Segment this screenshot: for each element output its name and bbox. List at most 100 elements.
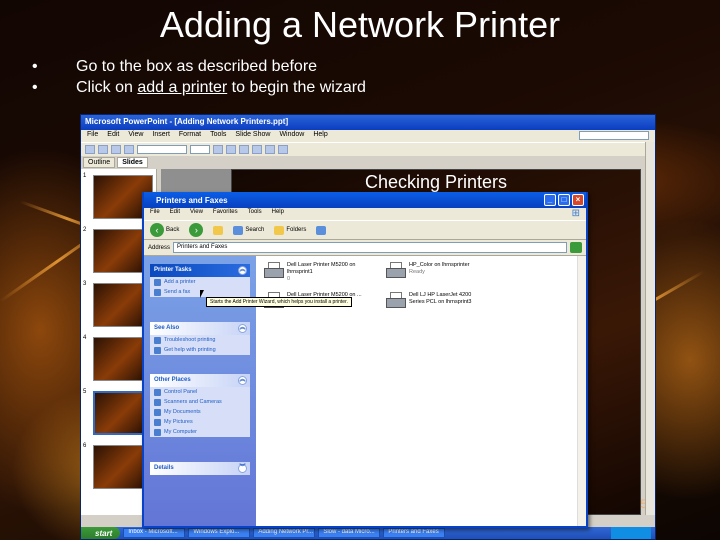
other-places-header[interactable]: Other Places ︽ <box>150 374 250 387</box>
expand-icon[interactable]: ︾ <box>238 464 247 473</box>
up-folder-icon[interactable] <box>213 225 224 235</box>
taskbar-button[interactable]: Slow - data Micro... <box>318 528 381 538</box>
details-box: Details ︾ <box>150 462 250 475</box>
slide-title: Adding a Network Printer <box>159 4 561 45</box>
menu-help[interactable]: Help <box>313 131 327 141</box>
menu-view[interactable]: View <box>128 131 143 141</box>
my-documents-link[interactable]: My Documents <box>150 407 250 417</box>
open-icon[interactable] <box>98 145 108 154</box>
details-header[interactable]: Details ︾ <box>150 462 250 475</box>
printing-help-link[interactable]: Get help with printing <box>150 345 250 355</box>
folders-icon <box>274 225 285 235</box>
menu-favorites[interactable]: Favorites <box>213 209 238 219</box>
slides-pane-tabs: Outline Slides <box>83 157 148 168</box>
collapse-icon[interactable]: ︽ <box>238 266 247 275</box>
taskbar-button[interactable]: Inbox - Microsoft... <box>123 528 186 538</box>
printer-item[interactable]: Dell Laser Printer M5200 on lhrnsprint1 … <box>264 262 371 283</box>
menu-tools[interactable]: Tools <box>210 131 226 141</box>
close-icon[interactable]: × <box>572 194 584 206</box>
printer-icon <box>386 262 406 280</box>
back-label: Back <box>166 227 180 233</box>
scanners-cameras-link[interactable]: Scanners and Cameras <box>150 397 250 407</box>
details-title: Details <box>154 465 174 471</box>
views-icon[interactable] <box>316 225 327 235</box>
tab-slides[interactable]: Slides <box>117 157 148 168</box>
menu-window[interactable]: Window <box>279 131 304 141</box>
go-button[interactable] <box>570 242 582 253</box>
help-icon <box>154 346 161 354</box>
system-tray <box>611 527 651 539</box>
menu-format[interactable]: Format <box>179 131 201 141</box>
search-button[interactable]: Search <box>233 225 264 235</box>
menu-file[interactable]: File <box>150 209 160 219</box>
address-input[interactable]: Printers and Faxes <box>173 242 567 253</box>
see-also-title: See Also <box>154 325 180 331</box>
menu-tools[interactable]: Tools <box>248 209 262 219</box>
printers-and-faxes-window: Printers and Faxes _ □ × File Edit View … <box>142 192 588 528</box>
menu-help[interactable]: Help <box>272 209 284 219</box>
printer-item[interactable]: HP_Color on lhrnsprinter Ready <box>386 262 493 280</box>
troubleshoot-printing-link[interactable]: Troubleshoot printing <box>150 335 250 345</box>
collapse-icon[interactable]: ︽ <box>238 376 247 385</box>
printer-tasks-title: Printer Tasks <box>154 267 192 273</box>
maximize-icon[interactable]: □ <box>558 194 570 206</box>
menu-view[interactable]: View <box>190 209 203 219</box>
folders-label: Folders <box>286 227 307 233</box>
printer-item[interactable]: Dell LJ HP LaserJet 4200 Series PCL on l… <box>386 292 493 310</box>
font-select[interactable] <box>137 145 187 154</box>
collapse-icon[interactable]: ︽ <box>238 324 247 333</box>
taskbar-button[interactable]: Windows Explo... <box>188 528 251 538</box>
bold-icon[interactable] <box>213 145 223 154</box>
taskbar-button[interactable]: Printers and Faxes <box>383 528 446 538</box>
save-icon[interactable] <box>111 145 121 154</box>
underline-icon[interactable] <box>239 145 249 154</box>
fax-icon <box>154 288 161 296</box>
thumbnail-number: 2 <box>83 227 87 233</box>
mouse-cursor-icon <box>200 290 204 298</box>
tab-outline[interactable]: Outline <box>83 157 116 168</box>
menu-insert[interactable]: Insert <box>152 131 170 141</box>
align-right-icon[interactable] <box>278 145 288 154</box>
align-center-icon[interactable] <box>265 145 275 154</box>
print-icon[interactable] <box>124 145 134 154</box>
menu-edit[interactable]: Edit <box>107 131 119 141</box>
printer-detail: lhrnsprint1 <box>287 269 313 275</box>
my-documents-label: My Documents <box>164 409 201 415</box>
scanners-label: Scanners and Cameras <box>164 399 222 405</box>
bullet-marker: • <box>32 79 38 96</box>
vertical-scrollbar[interactable] <box>645 142 655 515</box>
italic-icon[interactable] <box>226 145 236 154</box>
vertical-scrollbar[interactable] <box>577 256 586 526</box>
menu-slide-show[interactable]: Slide Show <box>235 131 270 141</box>
printer-icon <box>264 262 284 280</box>
back-arrow-icon: ‹ <box>150 223 164 237</box>
forward-arrow-icon[interactable]: › <box>189 223 204 237</box>
printer-tasks-header[interactable]: Printer Tasks ︽ <box>150 264 250 277</box>
back-button[interactable]: ‹ Back <box>150 223 179 237</box>
my-computer-link[interactable]: My Computer <box>150 427 250 437</box>
menu-file[interactable]: File <box>87 131 98 141</box>
align-left-icon[interactable] <box>252 145 262 154</box>
font-size-select[interactable] <box>190 145 210 154</box>
menu-edit[interactable]: Edit <box>170 209 180 219</box>
new-icon[interactable] <box>85 145 95 154</box>
folders-button[interactable]: Folders <box>274 225 307 235</box>
add-printer-tooltip: Starts the Add Printer Wizard, which hel… <box>206 297 352 307</box>
see-also-header[interactable]: See Also ︽ <box>150 322 250 335</box>
add-printer-task[interactable]: Add a printer <box>150 277 250 287</box>
printer-status: 0 <box>287 276 291 282</box>
taskbar-button[interactable]: Adding Network Pr... <box>253 528 316 538</box>
start-button[interactable]: start <box>81 527 121 539</box>
add-printer-link-text: add a printer <box>137 79 228 96</box>
documents-folder-icon <box>154 408 161 416</box>
my-pictures-link[interactable]: My Pictures <box>150 417 250 427</box>
powerpoint-title-bar: Microsoft PowerPoint - [Adding Network P… <box>81 115 655 130</box>
my-computer-label: My Computer <box>164 429 198 435</box>
add-printer-icon <box>154 278 161 286</box>
minimize-icon[interactable]: _ <box>544 194 556 206</box>
windows-logo-icon: ⊞ <box>571 208 580 219</box>
control-panel-link[interactable]: Control Panel <box>150 387 250 397</box>
my-pictures-label: My Pictures <box>164 419 193 425</box>
thumbnail-number: 3 <box>83 281 87 287</box>
ask-question-box[interactable] <box>579 131 649 140</box>
